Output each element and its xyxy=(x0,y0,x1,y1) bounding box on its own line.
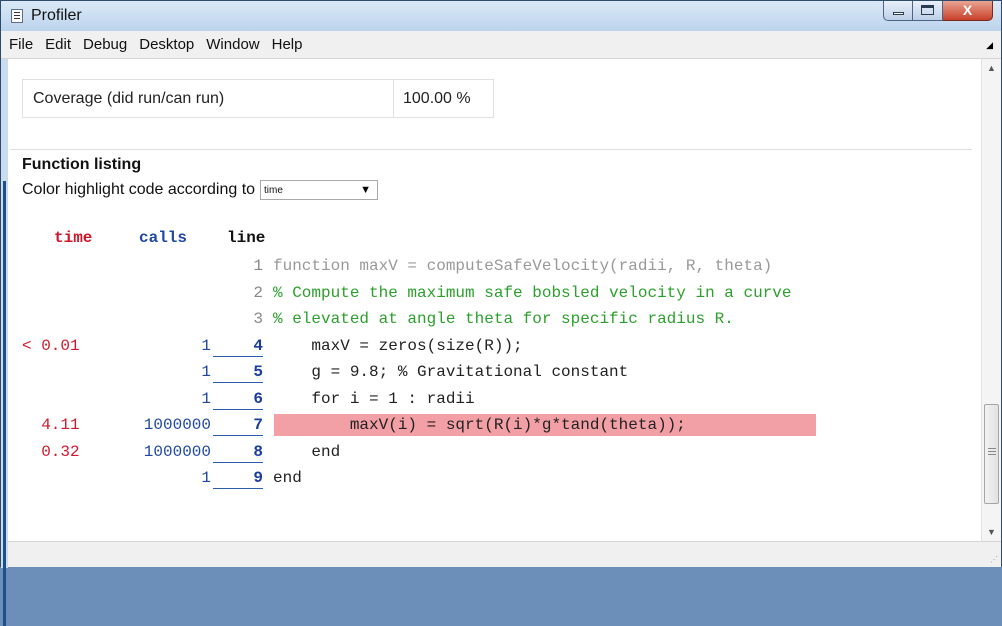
menu-edit[interactable]: Edit xyxy=(45,36,71,53)
line-number-link[interactable]: 8 xyxy=(213,441,263,463)
coverage-label: Coverage (did run/can run) xyxy=(23,80,394,117)
code-line-row: 0.32 1000000 8 end xyxy=(8,441,968,465)
menu-file[interactable]: File xyxy=(9,36,33,53)
scrollbar-thumb[interactable] xyxy=(984,404,999,504)
line-source: maxV = zeros(size(R)); xyxy=(273,336,523,355)
line-source: % Compute the maximum safe bobsled veloc… xyxy=(273,283,792,302)
dock-edge xyxy=(1,59,8,626)
line-calls: 1 xyxy=(201,363,211,381)
close-button[interactable]: X xyxy=(943,1,993,21)
undock-arrow-icon[interactable]: ◢ xyxy=(986,40,993,51)
function-listing-title: Function listing xyxy=(22,156,142,173)
line-number-link[interactable]: 9 xyxy=(213,467,263,489)
line-source: for i = 1 : radii xyxy=(273,389,475,408)
coverage-value: 100.00 % xyxy=(403,90,471,107)
highlight-option-row: Color highlight code according to time ▼ xyxy=(22,180,379,200)
profiler-window: Profiler X File Edit Debug Desktop Windo… xyxy=(0,0,1002,626)
line-number: 3 xyxy=(253,310,263,328)
line-calls: 1000000 xyxy=(143,442,211,461)
line-calls: 1 xyxy=(201,469,211,487)
chevron-down-icon: ▼ xyxy=(360,184,372,196)
maximize-button[interactable] xyxy=(913,1,943,21)
line-source: function maxV = computeSafeVelocity(radi… xyxy=(273,257,773,275)
window-title: Profiler xyxy=(31,7,82,24)
line-time: < 0.01 xyxy=(22,336,80,355)
code-line-row: 1 function maxV = computeSafeVelocity(rad… xyxy=(8,255,968,279)
line-number-link[interactable]: 6 xyxy=(213,388,263,410)
code-line-row: 2 % Compute the maximum safe bobsled velo… xyxy=(8,282,968,306)
highlight-select-value: time xyxy=(264,184,283,196)
line-number-link[interactable]: 5 xyxy=(213,361,263,383)
highlight-select[interactable]: time ▼ xyxy=(260,180,379,200)
line-time: 4.11 xyxy=(22,416,80,434)
profiler-app-icon xyxy=(11,9,23,23)
column-header-calls: calls xyxy=(139,229,188,247)
scroll-up-icon[interactable]: ▲ xyxy=(982,59,1001,77)
line-number: 1 xyxy=(253,257,263,275)
window-controls: X xyxy=(883,1,993,21)
line-source: % elevated at angle theta for specific r… xyxy=(273,310,734,328)
code-line-row: 15 g = 9.8; % Gravitational constant xyxy=(8,361,968,385)
code-line-row: < 0.01 1 4 maxV = zeros(size(R)); xyxy=(8,335,968,359)
title-bar[interactable]: Profiler X xyxy=(1,1,1001,31)
coverage-table: Coverage (did run/can run) 100.00 % xyxy=(22,79,494,118)
resize-grip-icon[interactable]: ⋰ xyxy=(990,555,998,564)
profiler-report: Coverage (did run/can run) 100.00 % Func… xyxy=(8,59,981,541)
line-source: maxV(i) = sqrt(R(i)*g*tand(theta)); xyxy=(273,416,686,434)
menu-bar: File Edit Debug Desktop Window Help ◢ xyxy=(1,31,1001,59)
code-line-row: 3 % elevated at angle theta for specific … xyxy=(8,308,968,332)
close-icon: X xyxy=(962,2,973,18)
line-source: g = 9.8; % Gravitational constant xyxy=(273,363,629,381)
section-divider xyxy=(10,149,972,150)
line-calls: 1000000 xyxy=(143,416,211,434)
menu-window[interactable]: Window xyxy=(206,36,259,53)
code-line-row: 16 for i = 1 : radii xyxy=(8,388,968,412)
menu-desktop[interactable]: Desktop xyxy=(139,36,194,53)
code-line-row: 1 9 end xyxy=(8,467,968,491)
line-time: 0.32 xyxy=(22,442,80,461)
line-number: 2 xyxy=(253,283,263,302)
line-calls: 1 xyxy=(201,389,211,408)
line-number-link[interactable]: 4 xyxy=(213,335,263,357)
status-bar: ⋰ xyxy=(8,541,1001,567)
menu-help[interactable]: Help xyxy=(272,36,303,53)
line-number-link[interactable]: 7 xyxy=(213,414,263,436)
minimize-button[interactable] xyxy=(883,1,913,21)
maximize-icon xyxy=(921,5,934,15)
column-header-time: time xyxy=(54,229,93,247)
code-line-row: 4.11 1000000 7 maxV(i) = sqrt(R(i)*g*tand(… xyxy=(8,414,968,438)
column-header-line: line xyxy=(227,229,266,247)
menu-debug[interactable]: Debug xyxy=(83,36,127,53)
minimize-icon xyxy=(893,12,904,15)
grip-icon xyxy=(988,448,996,449)
vertical-scrollbar[interactable]: ▲ ▼ xyxy=(981,59,1001,541)
line-source: end xyxy=(273,469,302,487)
line-source: end xyxy=(273,442,341,461)
line-calls: 1 xyxy=(201,336,211,355)
scroll-down-icon[interactable]: ▼ xyxy=(982,523,1001,541)
highlight-label: Color highlight code according to xyxy=(22,181,256,198)
